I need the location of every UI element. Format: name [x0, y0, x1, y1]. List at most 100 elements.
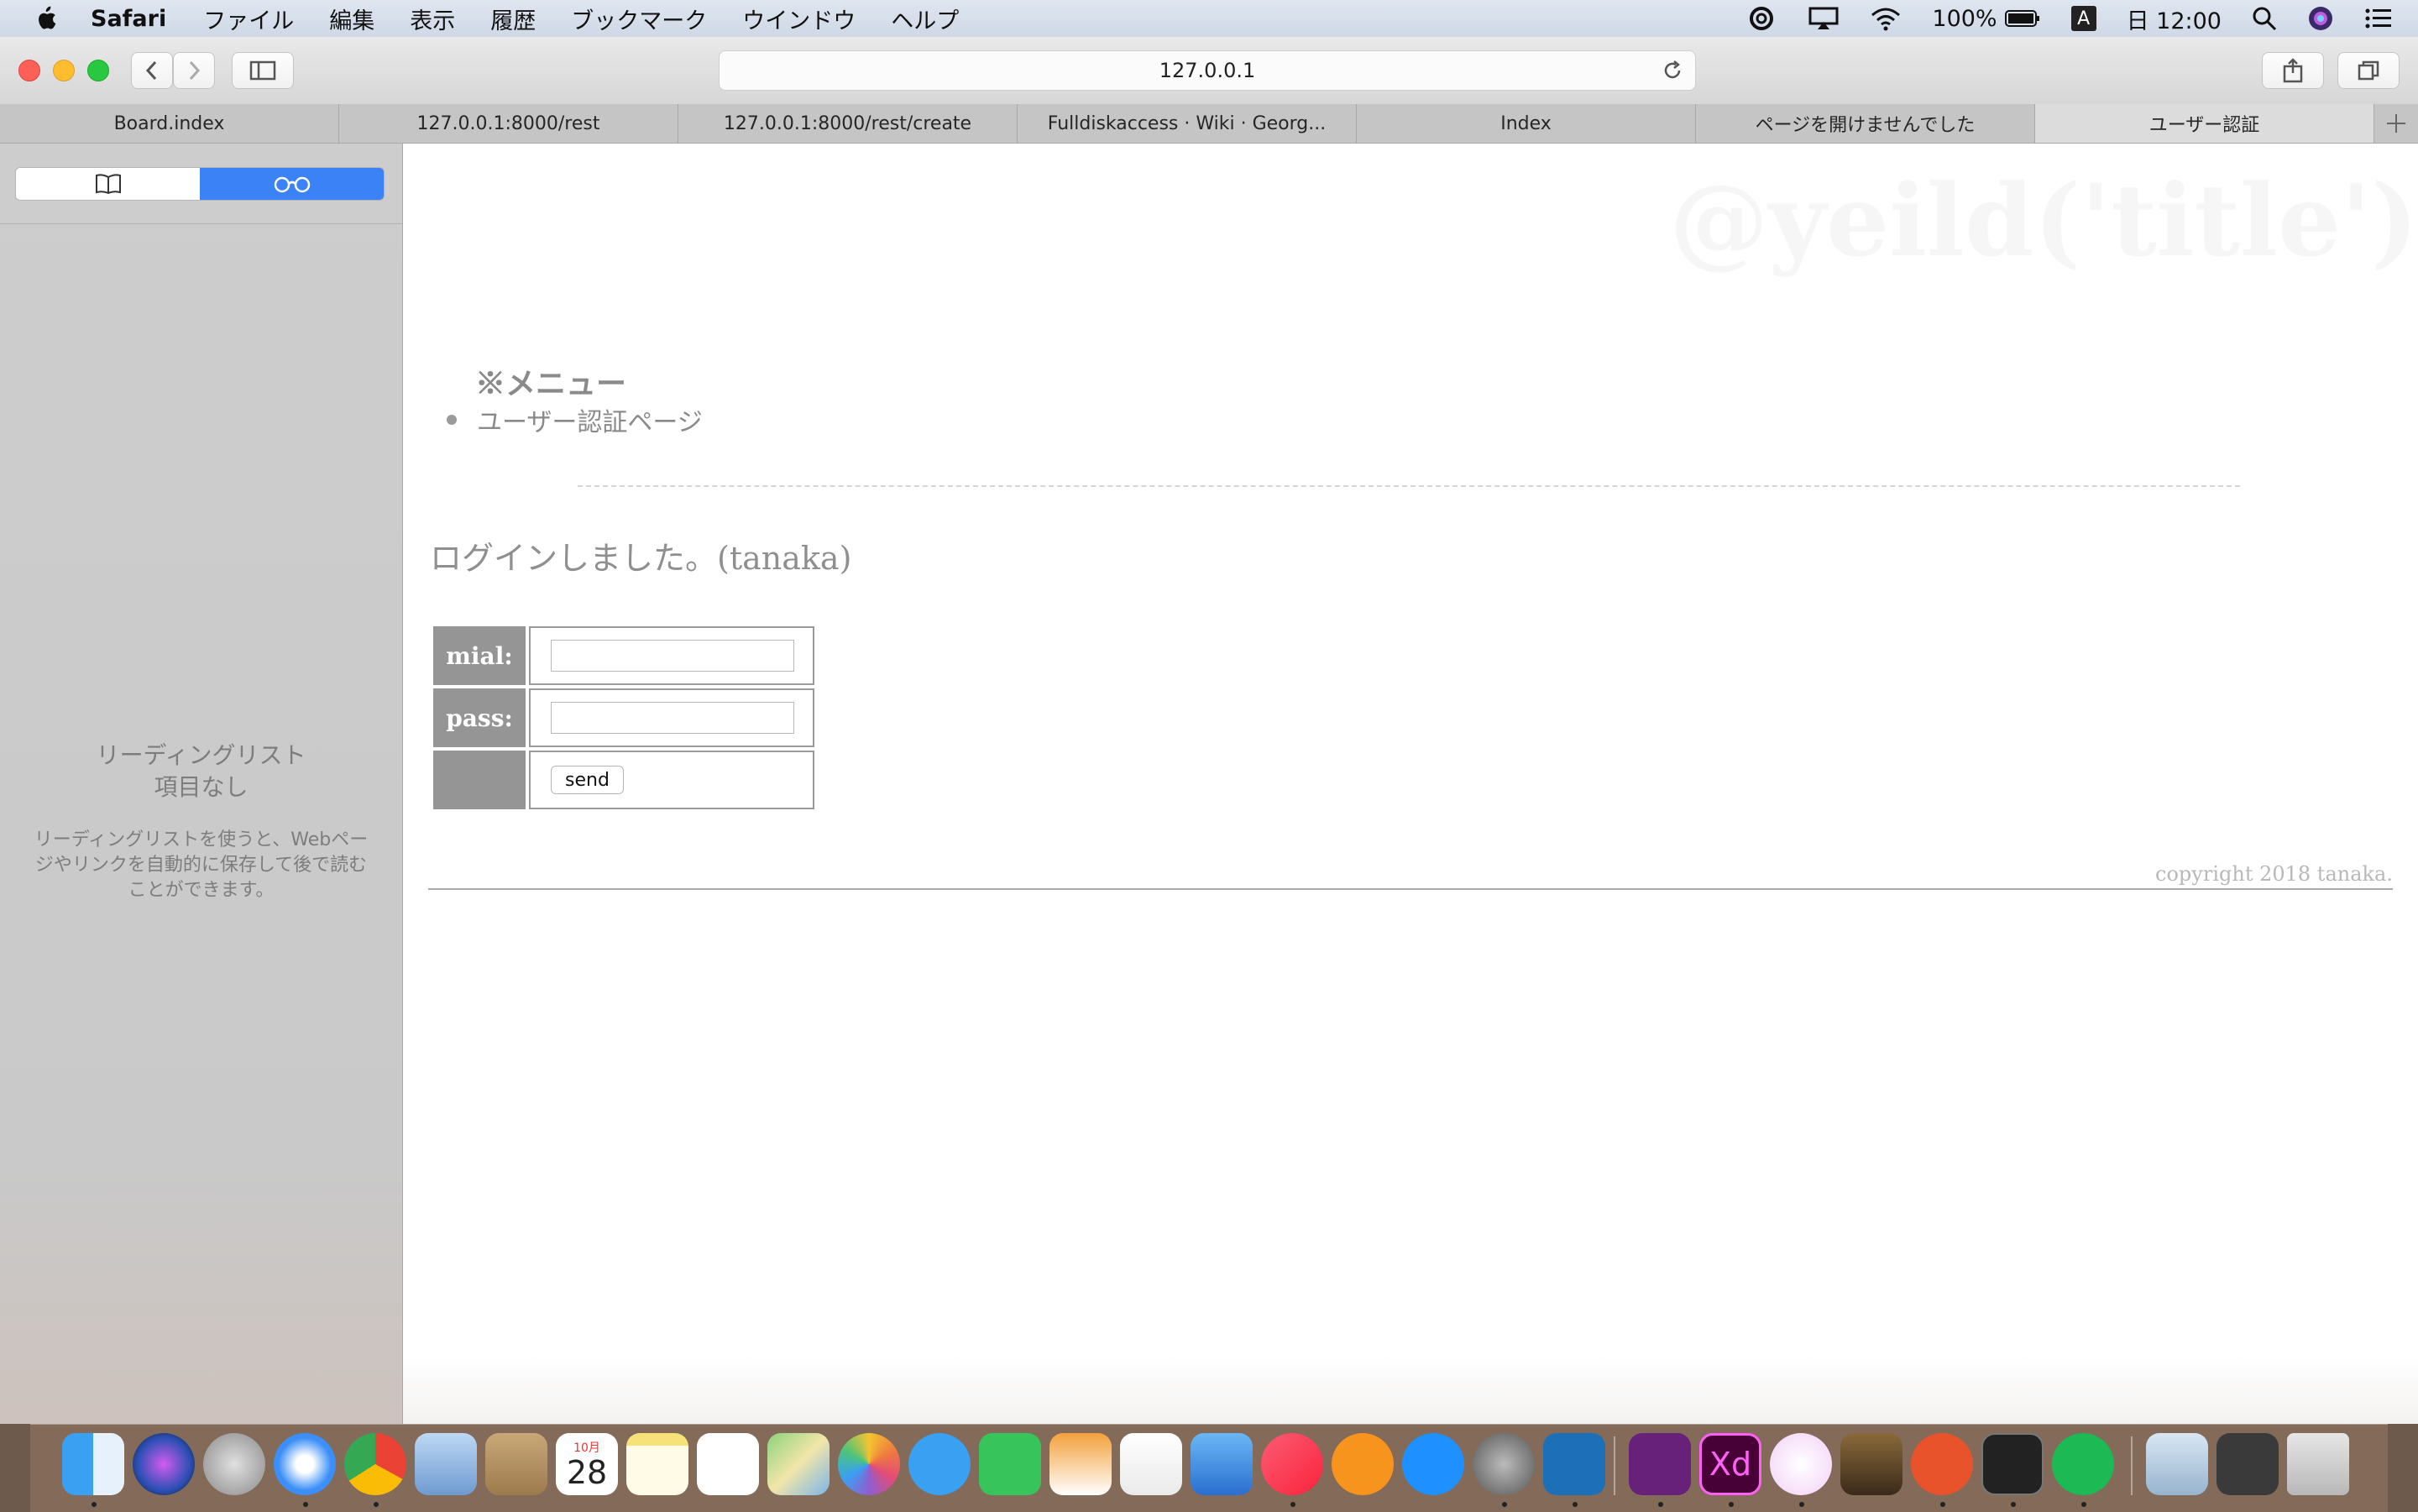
menu-bar: Safari ファイル 編集 表示 履歴 ブックマーク ウインドウ ヘルプ 10… — [0, 0, 2418, 37]
mail-icon[interactable] — [415, 1433, 477, 1495]
tab-fulldiskaccess[interactable]: Fulldiskaccess · Wiki · Georg... — [1018, 104, 1357, 143]
contacts-icon[interactable] — [485, 1433, 547, 1495]
menu-app-name[interactable]: Safari — [91, 6, 166, 32]
battery-icon — [2004, 8, 2041, 29]
reading-list-empty-title: リーディングリスト 項目なし — [0, 740, 402, 803]
terminal-icon[interactable] — [1981, 1433, 2044, 1495]
chrome-icon[interactable] — [344, 1433, 406, 1495]
menu-link-user-auth[interactable]: ユーザー認証ページ — [477, 401, 703, 438]
notification-center-icon[interactable] — [2364, 7, 2393, 30]
running-indicator — [1729, 1502, 1734, 1507]
zoom-window-button[interactable] — [87, 60, 109, 81]
calendar-day: 28 — [566, 1454, 608, 1491]
finder-icon[interactable] — [62, 1433, 124, 1495]
menu-window[interactable]: ウインドウ — [742, 3, 856, 35]
garageband-icon[interactable] — [1840, 1433, 1902, 1495]
send-button[interactable]: send — [551, 766, 624, 794]
close-window-button[interactable] — [18, 60, 40, 81]
facetime-icon[interactable] — [979, 1433, 1041, 1495]
trash-icon[interactable] — [2287, 1433, 2349, 1495]
launchpad-icon[interactable] — [203, 1433, 265, 1495]
input-source-icon[interactable]: A — [2070, 6, 2096, 31]
tab-overview-button[interactable] — [2337, 52, 2400, 89]
airplay-icon[interactable] — [1808, 6, 1840, 31]
footer-divider — [428, 888, 2393, 890]
menu-list: ユーザー認証ページ — [447, 401, 703, 438]
share-icon — [2283, 58, 2303, 83]
empty-title-line2: 項目なし — [154, 773, 249, 801]
list-item[interactable]: ユーザー認証ページ — [447, 401, 703, 438]
affinity-icon[interactable] — [1770, 1433, 1832, 1495]
running-indicator — [1573, 1502, 1578, 1507]
battery-percent: 100% — [1932, 5, 1997, 32]
creative-cloud-icon[interactable] — [1745, 7, 1777, 30]
notes-icon[interactable] — [626, 1433, 688, 1495]
running-indicator — [1940, 1502, 1945, 1507]
gpu-monitor-icon[interactable] — [2216, 1433, 2279, 1495]
menu-view[interactable]: 表示 — [410, 3, 455, 35]
address-bar[interactable]: 127.0.0.1 — [719, 50, 1696, 91]
battery-status[interactable]: 100% — [1932, 6, 2040, 32]
tab-board-index[interactable]: Board.index — [0, 104, 339, 143]
tab-rest[interactable]: 127.0.0.1:8000/rest — [339, 104, 678, 143]
sidebar-toggle-button[interactable] — [232, 52, 294, 89]
numbers-icon[interactable] — [1120, 1433, 1182, 1495]
reminders-icon[interactable] — [697, 1433, 759, 1495]
menu-help[interactable]: ヘルプ — [891, 3, 959, 35]
menu-edit[interactable]: 編集 — [329, 3, 374, 35]
clock[interactable]: 日 12:00 — [2127, 3, 2222, 35]
system-preferences-icon[interactable] — [1473, 1433, 1535, 1495]
adobe-xd-icon[interactable]: Xd — [1699, 1433, 1761, 1495]
calendar-icon[interactable]: 10月 28 — [556, 1433, 618, 1495]
new-tab-button[interactable] — [2374, 104, 2418, 143]
share-button[interactable] — [2262, 52, 2324, 89]
dock-separator — [1614, 1436, 1615, 1495]
keynote-icon[interactable] — [1191, 1433, 1253, 1495]
spotlight-icon[interactable] — [2252, 6, 2277, 31]
pages-icon[interactable] — [1049, 1433, 1112, 1495]
tab-page-error[interactable]: ページを開けませんでした — [1696, 104, 2035, 143]
messages-icon[interactable] — [908, 1433, 971, 1495]
downloads-icon[interactable] — [2146, 1433, 2208, 1495]
menu-history[interactable]: 履歴 — [490, 3, 536, 35]
running-indicator — [1658, 1502, 1663, 1507]
pass-label: pass: — [433, 688, 526, 747]
browser-window: 127.0.0.1 Board.index 127.0.0.1:8000/res… — [0, 37, 2418, 1424]
content-bottom-fade — [403, 1357, 2418, 1424]
minimize-window-button[interactable] — [53, 60, 75, 81]
app-store-icon[interactable] — [1402, 1433, 1464, 1495]
reload-icon[interactable] — [1662, 60, 1683, 86]
tab-user-auth[interactable]: ユーザー認証 — [2035, 104, 2374, 143]
photos-icon[interactable] — [838, 1433, 900, 1495]
vscode-icon[interactable] — [1543, 1433, 1605, 1495]
siri-app-icon[interactable] — [133, 1433, 195, 1495]
wifi-icon[interactable] — [1870, 6, 1902, 31]
maps-icon[interactable] — [767, 1433, 830, 1495]
sequel-icon[interactable] — [1911, 1433, 1973, 1495]
running-indicator — [303, 1502, 308, 1507]
bookmarks-segment[interactable] — [16, 168, 200, 200]
safari-app-icon[interactable] — [274, 1433, 336, 1495]
forward-button[interactable] — [173, 52, 215, 89]
itunes-icon[interactable] — [1261, 1433, 1323, 1495]
empty-label-cell — [433, 751, 526, 809]
spotify-icon[interactable] — [2052, 1433, 2114, 1495]
copyright-text: copyright 2018 tanaka. — [2155, 862, 2393, 886]
reading-list-segment[interactable] — [200, 168, 384, 200]
page-ghost-title: @yeild('title') — [1669, 162, 2418, 279]
menu-bookmarks[interactable]: ブックマーク — [571, 3, 707, 35]
books-icon[interactable] — [1332, 1433, 1394, 1495]
sidebar-segmented-control — [15, 167, 385, 201]
tab-index[interactable]: Index — [1357, 104, 1696, 143]
apple-menu-icon[interactable] — [34, 5, 57, 32]
menu-file[interactable]: ファイル — [203, 3, 294, 35]
back-button[interactable] — [131, 52, 173, 89]
mail-input[interactable] — [551, 640, 794, 672]
send-cell: send — [529, 751, 814, 809]
tab-rest-create[interactable]: 127.0.0.1:8000/rest/create — [678, 104, 1018, 143]
siri-icon[interactable] — [2307, 5, 2334, 32]
running-indicator — [2011, 1502, 2016, 1507]
pass-input[interactable] — [551, 702, 794, 734]
menu-heading: ※メニュー — [475, 366, 627, 401]
visual-studio-icon[interactable] — [1629, 1433, 1691, 1495]
